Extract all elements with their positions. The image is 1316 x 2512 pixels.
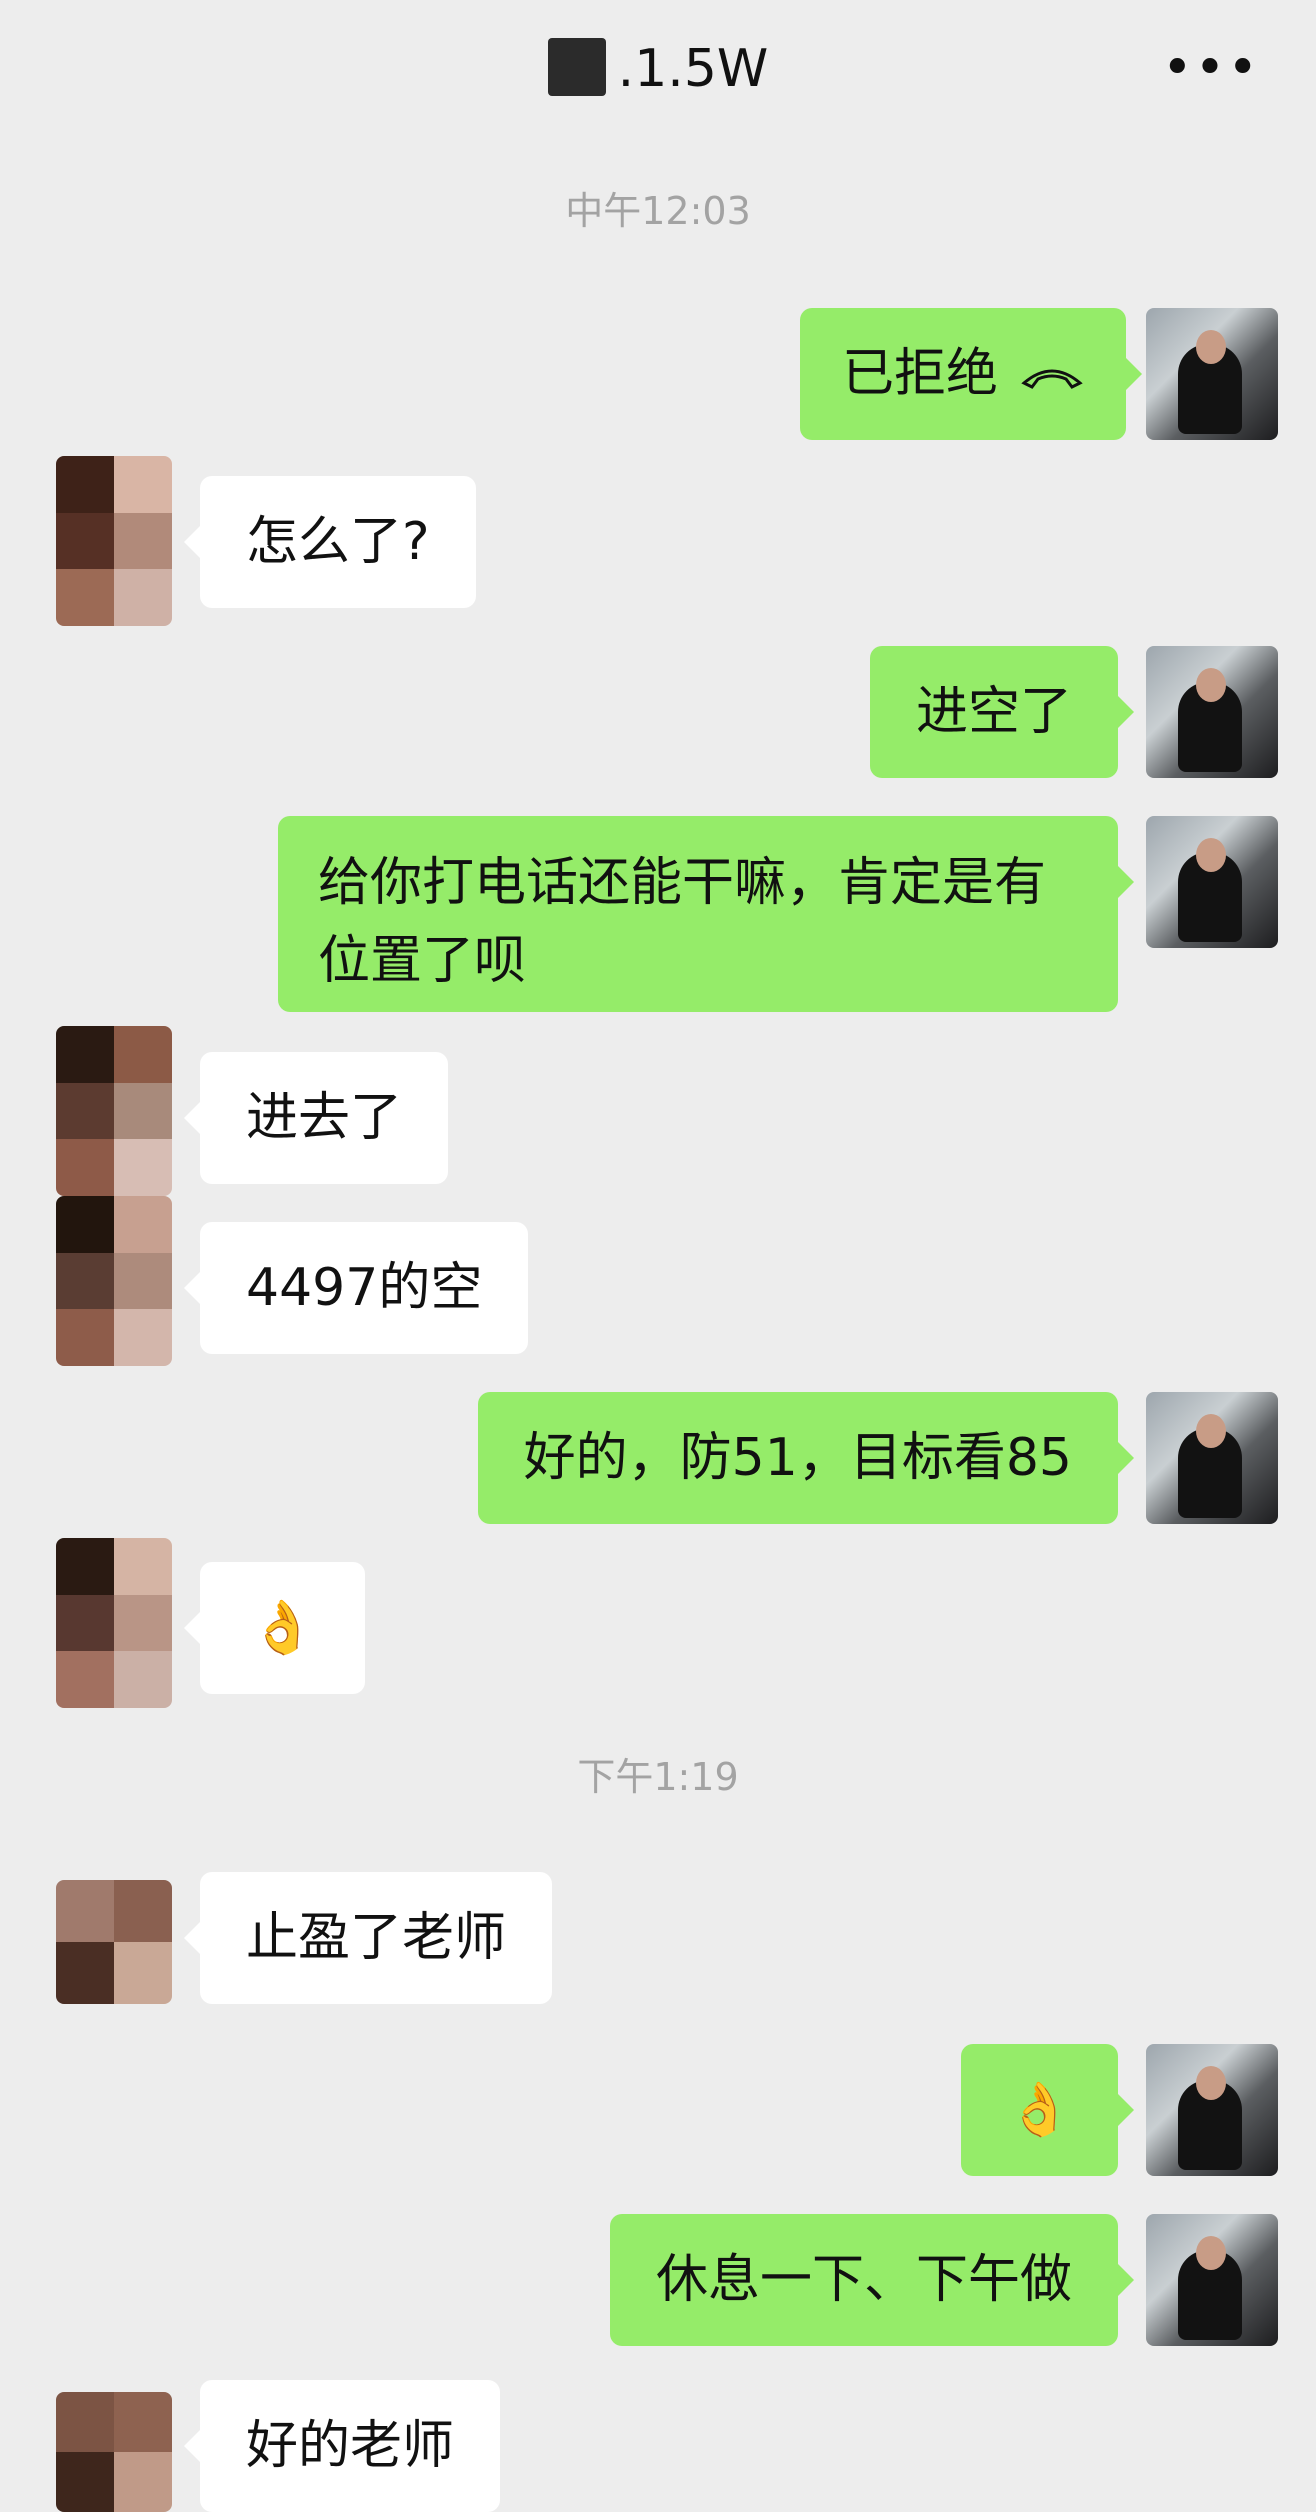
avatar-contact[interactable] [56,456,172,626]
avatar-contact[interactable] [56,2392,172,2512]
message-bubble[interactable]: 4497的空 [183,1222,529,1354]
timestamp: 下午1:19 [577,1755,739,1799]
avatar-contact[interactable] [56,1538,172,1708]
message-text: 休息一下、下午做 [655,2250,1072,2310]
more-options-icon[interactable]: ••• [1162,42,1260,94]
message-bubble[interactable]: 👌 [961,2044,1134,2176]
message-text: 好的老师 [246,2416,455,2476]
message-text: 4497的空 [246,1258,483,1318]
chat-title-text: .1.5W [617,39,769,99]
avatar-contact[interactable] [56,1026,172,1196]
avatar-self[interactable] [1146,2044,1278,2176]
message-bubble[interactable]: 👌 [184,1562,365,1694]
message-bubble[interactable]: 休息一下、下午做 [609,2214,1135,2346]
timestamp: 中午12:03 [565,189,751,233]
message-bubble[interactable]: 好的，防51，目标看85 [477,1392,1135,1524]
avatar-self[interactable] [1146,1392,1278,1524]
message-bubble[interactable]: 怎么了? [184,476,476,608]
message-bubble[interactable]: 进空了 [869,646,1135,778]
message-text: 进去了 [246,1088,403,1148]
message-bubble[interactable]: 止盈了老师 [183,1872,553,2004]
message-text: 好的，防51，目标看85 [523,1428,1072,1488]
message-text: 已拒绝 [841,344,998,404]
hangup-phone-icon [1021,369,1083,389]
message-text: 进空了 [915,682,1072,742]
message-text: 止盈了老师 [246,1908,507,1968]
message-text: 怎么了? [246,512,430,572]
avatar-self[interactable] [1146,2214,1278,2346]
avatar-self[interactable] [1146,816,1278,948]
chat-title: .1.5W [0,38,1316,99]
chat-header: .1.5W ••• [0,0,1316,160]
avatar-self[interactable] [1146,308,1278,440]
avatar-contact[interactable] [56,1880,172,2004]
avatar-self[interactable] [1146,646,1278,778]
ok-hand-emoji: 👌 [1007,2080,1072,2140]
redacted-name-block [547,38,606,96]
message-bubble[interactable]: 给你打电话还能干嘛，肯定是有位置了呗 [278,816,1134,1012]
avatar-contact[interactable] [56,1196,172,1366]
message-bubble[interactable]: 进去了 [183,1052,449,1184]
message-text: 给你打电话还能干嘛，肯定是有位置了呗 [318,853,1047,991]
message-bubble[interactable]: 已拒绝 [799,308,1143,440]
ok-hand-emoji: 👌 [250,1598,315,1658]
message-bubble[interactable]: 好的老师 [183,2380,501,2512]
